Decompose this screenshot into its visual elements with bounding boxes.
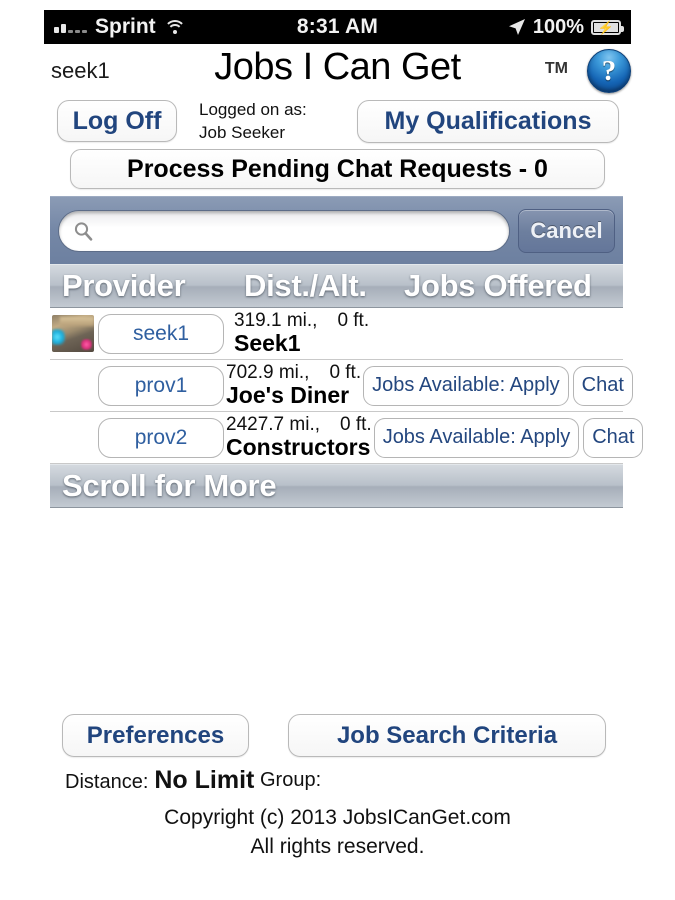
help-question-icon[interactable]: ? [587, 49, 631, 93]
status-bar: Sprint 8:31 AM 100% ⚡ [44, 10, 631, 44]
process-pending-chat-requests-button[interactable]: Process Pending Chat Requests - 0 [70, 149, 605, 189]
row-distance-cell: 319.1 mi., 0 ft. Seek1 [232, 310, 392, 357]
title-row: seek1 Jobs I Can Get TM ? [44, 46, 631, 93]
search-field[interactable] [58, 209, 510, 252]
battery-charging-icon: ⚡ [591, 19, 624, 35]
chat-button[interactable]: Chat [583, 417, 644, 458]
distance-value: 2427.7 mi., [226, 413, 320, 435]
provider-name: Constructors [226, 434, 371, 461]
signal-bars-icon [54, 21, 87, 33]
distance-altitude-line: 702.9 mi., 0 ft. [226, 362, 361, 383]
distance-altitude-line: 319.1 mi., 0 ft. [234, 310, 392, 331]
distance-value: 319.1 mi., [234, 309, 318, 331]
my-qualifications-button[interactable]: My Qualifications [357, 100, 619, 143]
table-header-row: Provider Dist./Alt. Jobs Offered [50, 264, 623, 308]
row-provider-cell: seek1 [50, 313, 232, 354]
copyright-line-2: All rights reserved. [250, 835, 425, 859]
search-input[interactable] [101, 209, 495, 252]
location-arrow-icon [508, 18, 526, 36]
table-row[interactable]: prov2 2427.7 mi., 0 ft. Constructors Jobs… [50, 412, 644, 464]
chat-button[interactable]: Chat [572, 365, 633, 406]
altitude-value: 0 ft. [340, 413, 372, 435]
provider-name: Joe's Diner [226, 382, 350, 409]
scroll-for-more-label: Scroll for More [62, 468, 277, 503]
action-row: Log Off Logged on as: Job Seeker My Qual… [44, 98, 631, 146]
logged-on-info: Logged on as: Job Seeker [199, 99, 307, 145]
jobs-available-apply-button[interactable]: Jobs Available: Apply [363, 365, 569, 406]
jobs-available-apply-button[interactable]: Jobs Available: Apply [373, 417, 580, 458]
row-jobs-cell: Jobs Available: Apply Chat [372, 417, 644, 458]
row-provider-cell: prov1 [50, 365, 224, 406]
table-row[interactable]: seek1 319.1 mi., 0 ft. Seek1 [50, 308, 623, 360]
scroll-for-more-bar[interactable]: Scroll for More [50, 464, 623, 508]
distance-summary-value: No Limit [154, 766, 255, 794]
altitude-value: 0 ft. [337, 309, 370, 331]
distance-summary: Distance: No Limit [65, 766, 254, 795]
job-search-criteria-button[interactable]: Job Search Criteria [288, 714, 606, 757]
provider-thumbnail-image [52, 315, 94, 352]
copyright-line-1: Copyright (c) 2013 JobsICanGet.com [164, 806, 511, 829]
column-header-distance: Dist./Alt. [244, 268, 367, 303]
row-distance-cell: 702.9 mi., 0 ft. Joe's Diner [224, 362, 361, 409]
altitude-value: 0 ft. [329, 361, 362, 383]
provider-id-button[interactable]: prov2 [98, 417, 224, 458]
trademark-label: TM [544, 60, 568, 77]
distance-summary-label: Distance: [65, 771, 149, 793]
copyright-notice: Copyright (c) 2013 JobsICanGet.com All r… [0, 803, 675, 862]
provider-id-button[interactable]: prov1 [98, 365, 224, 406]
carrier-label: Sprint [95, 15, 156, 38]
column-header-provider: Provider [62, 268, 186, 303]
group-label: Group: [260, 769, 322, 791]
preferences-button[interactable]: Preferences [62, 714, 249, 757]
column-header-jobs-offered: Jobs Offered [404, 268, 592, 303]
row-provider-cell: prov2 [50, 417, 224, 458]
provider-name: Seek1 [234, 330, 301, 357]
page-title: Jobs I Can Get [214, 46, 461, 88]
wifi-icon [163, 19, 186, 35]
status-bar-left: Sprint [54, 15, 297, 39]
table-row[interactable]: prov1 702.9 mi., 0 ft. Joe's Diner Jobs A… [50, 360, 633, 412]
search-bar: Cancel [50, 196, 623, 264]
clock-label: 8:31 AM [296, 15, 379, 38]
row-distance-cell: 2427.7 mi., 0 ft. Constructors [224, 414, 372, 461]
log-off-button[interactable]: Log Off [57, 100, 177, 142]
search-icon [73, 221, 93, 241]
battery-percent-label: 100% [532, 15, 584, 38]
logged-on-role: Job Seeker [199, 122, 285, 142]
distance-value: 702.9 mi., [226, 361, 310, 383]
provider-id-button[interactable]: seek1 [98, 313, 224, 354]
providers-table: Provider Dist./Alt. Jobs Offered seek1 3… [50, 264, 644, 508]
cancel-button[interactable]: Cancel [518, 208, 615, 253]
row-jobs-cell: Jobs Available: Apply Chat [361, 365, 633, 406]
logged-on-label: Logged on as: [199, 100, 307, 119]
status-bar-right: 100% ⚡ [378, 15, 624, 39]
distance-altitude-line: 2427.7 mi., 0 ft. [226, 414, 372, 435]
